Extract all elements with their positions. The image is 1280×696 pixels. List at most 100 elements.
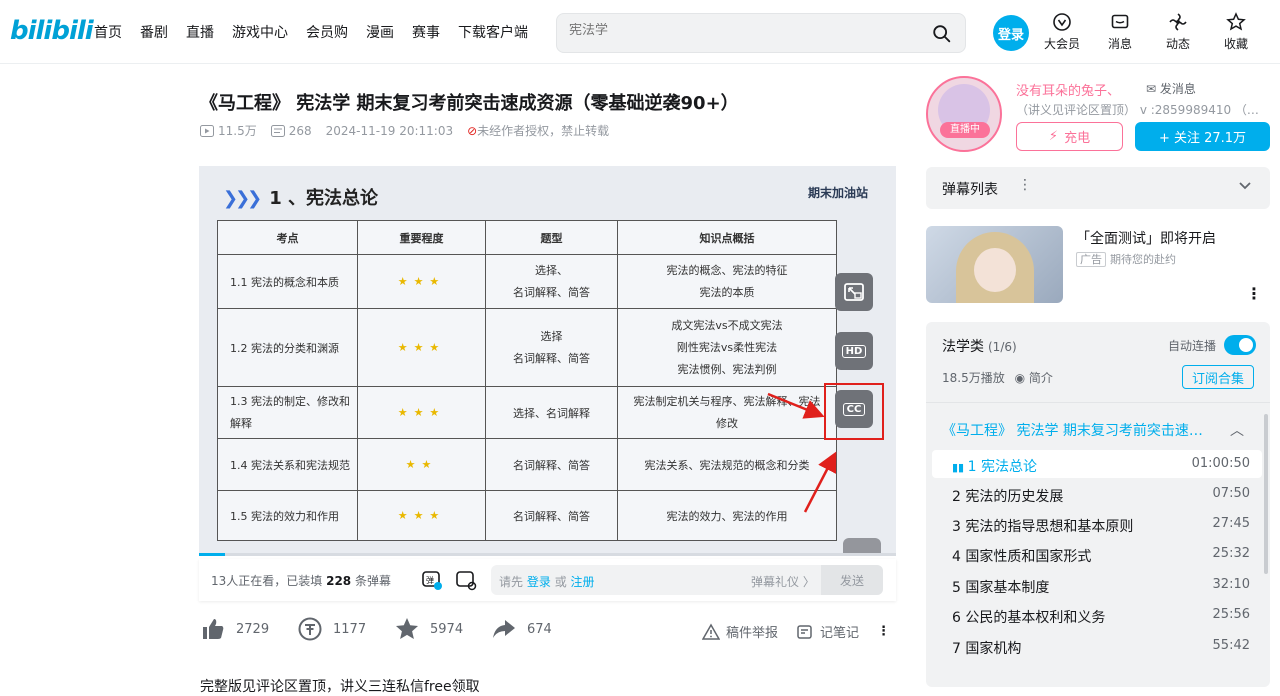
chevron-down-icon[interactable] [1238, 181, 1252, 191]
hd-quality-button[interactable]: HD [835, 332, 873, 370]
nav-anime[interactable]: 番剧 [140, 22, 168, 42]
episode-duration: 55:42 [1212, 638, 1250, 653]
favorite-button[interactable]: 5974 [394, 616, 491, 642]
copyright-notice: ⊘未经作者授权，禁止转载 [467, 122, 609, 139]
send-danmaku-button[interactable]: 发送 [821, 565, 883, 595]
eye-icon: ◉ [1014, 371, 1026, 385]
like-count: 2729 [236, 621, 270, 637]
search-icon[interactable] [931, 23, 953, 45]
prompt-prefix: 请先 [499, 575, 524, 589]
collection-video-title[interactable]: 《马工程》 宪法学 期末复习考前突击速… ︿ [942, 420, 1256, 440]
danmaku-settings-icon[interactable] [455, 569, 477, 591]
share-button[interactable]: 674 [491, 616, 588, 642]
copyright-text: 未经作者授权，禁止转载 [477, 124, 610, 138]
message-button[interactable]: 消息 [1098, 12, 1142, 52]
search-input[interactable] [569, 23, 919, 38]
send-message-link[interactable]: ✉ 发消息 [1146, 80, 1196, 97]
collection-header: 法学类 (1/6) [942, 336, 1017, 356]
episode-item[interactable]: 2 宪法的历史发展 07:50 [932, 480, 1262, 508]
ad-more-icon[interactable]: ⋮ [1246, 284, 1262, 303]
danmaku-input[interactable]: 请先 登录 或 注册 弹幕礼仪 〉 发送 [491, 565, 883, 595]
episode-name: 5 国家基本制度 [952, 580, 1050, 596]
publish-date: 2024-11-19 20:11:03 [325, 123, 454, 138]
autoplay-control: 自动连播 [1168, 335, 1256, 355]
charge-label: 充电 [1064, 131, 1091, 146]
favorites-button[interactable]: 收藏 [1214, 12, 1258, 52]
views-value: 11.5万 [218, 124, 257, 138]
danmaku-login-prompt: 请先 登录 或 注册 [499, 573, 595, 590]
danmaku-list-header[interactable]: 弹幕列表 ⋮ [926, 167, 1270, 209]
coin-icon [298, 617, 322, 641]
bilibili-logo[interactable]: bilibili [10, 16, 94, 46]
vip-button[interactable]: 大会员 [1040, 12, 1084, 52]
message-icon [1111, 14, 1129, 29]
episode-item[interactable]: ▮▮ 1 宪法总论 01:00:50 [932, 450, 1262, 478]
video-progress-bar[interactable] [199, 553, 896, 556]
episode-item[interactable]: 4 国家性质和国家形式 25:32 [932, 540, 1262, 568]
col-header: 知识点概括 [617, 220, 837, 255]
episode-duration: 25:32 [1212, 546, 1250, 561]
live-badge[interactable]: 直播中 [940, 122, 990, 138]
episode-item[interactable]: 5 国家基本制度 32:10 [932, 571, 1262, 599]
cell-point: 1.1 宪法的概念和本质 [217, 254, 358, 309]
pip-button[interactable] [835, 273, 873, 311]
coin-count: 1177 [333, 621, 367, 637]
nav-home[interactable]: 首页 [94, 22, 122, 42]
video-description: 完整版见评论区置顶，讲义三连私信free领取 [200, 679, 480, 695]
danmaku-register-link[interactable]: 注册 [571, 575, 595, 589]
danmaku-list-more-icon[interactable]: ⋮ [1018, 177, 1032, 193]
uploader-avatar[interactable] [926, 76, 1002, 152]
col-header: 重要程度 [357, 220, 486, 255]
table-row: 1.1 宪法的概念和本质 ★★★ 选择、 名词解释、简答 宪法的概念、宪法的特征… [217, 254, 837, 309]
like-button[interactable]: 2729 [200, 616, 297, 642]
play-count-icon [200, 125, 214, 137]
annotation-arrow [803, 451, 837, 513]
favorite-count: 5974 [430, 621, 464, 637]
ad-card[interactable]: 「全面测试」即将开启 广告 期待您的赴约 ⋮ [926, 226, 1270, 306]
viewer-count: 13人正在看，已装填 228 条弹幕 [211, 572, 391, 589]
chevron-up-icon[interactable]: ︿ [1230, 420, 1244, 440]
nav-mall[interactable]: 会员购 [306, 22, 348, 42]
annotation-arrow [767, 392, 825, 419]
nav-download-client[interactable]: 下载客户端 [458, 22, 528, 42]
nav-game-center[interactable]: 游戏中心 [232, 22, 288, 42]
collection-panel: 法学类 (1/6) 自动连播 18.5万播放 ◉ 简介 订阅合集 《马工程》 宪法… [926, 322, 1270, 687]
episode-item[interactable]: 7 国家机构 55:42 [932, 632, 1262, 660]
autoplay-toggle[interactable] [1224, 335, 1256, 355]
episode-item[interactable]: 3 宪法的指导思想和基本原则 27:45 [932, 510, 1262, 538]
uploader-name[interactable]: 没有耳朵的兔子、 [1016, 80, 1120, 99]
episode-item[interactable]: 6 公民的基本权利和义务 25:56 [932, 601, 1262, 629]
table-row: 1.5 宪法的效力和作用 ★★★ 名词解释、简答 宪法的效力、宪法的作用 [217, 490, 837, 541]
cell-point: 1.3 宪法的制定、修改和 解释 [217, 386, 358, 439]
report-button[interactable]: 稿件举报 [702, 622, 778, 641]
danmaku-etiquette-link[interactable]: 弹幕礼仪 〉 [751, 573, 815, 590]
nav-esports[interactable]: 赛事 [412, 22, 440, 42]
slide-arrows-icon: ❯❯❯ [223, 188, 262, 209]
charge-button[interactable]: ⚡ 充电 [1016, 122, 1123, 151]
uploader-signature: （讲义见评论区置顶） v :2859989410 （… [1016, 103, 1259, 117]
note-button[interactable]: 记笔记 [796, 622, 859, 641]
nav-manga[interactable]: 漫画 [366, 22, 394, 42]
subscribe-collection-button[interactable]: 订阅合集 [1182, 365, 1254, 389]
dynamic-button[interactable]: 动态 [1156, 12, 1200, 52]
history-button[interactable]: 历史 [1272, 12, 1280, 52]
message-label: 消息 [1107, 37, 1132, 51]
follow-button[interactable]: + 关注 27.1万 [1135, 122, 1270, 151]
vip-label: 大会员 [1043, 37, 1080, 51]
collection-scrollbar[interactable] [1264, 414, 1268, 574]
danmaku-toggle-icon[interactable]: 弹 [421, 569, 443, 591]
ad-title: 「全面测试」即将开启 [1076, 231, 1216, 247]
login-button[interactable]: 登录 [993, 15, 1029, 51]
danmaku-login-link[interactable]: 登录 [527, 575, 551, 589]
dynamic-label: 动态 [1165, 37, 1190, 51]
more-options-icon[interactable]: ⋮ [877, 624, 890, 639]
danmaku-count-icon [270, 124, 285, 137]
cell-point: 1.2 宪法的分类和渊源 [217, 308, 358, 387]
nav-live[interactable]: 直播 [186, 22, 214, 42]
video-meta: 11.5万 268 2024-11-19 20:11:03 ⊘未经作者授权，禁止… [200, 122, 609, 139]
top-navigation-bar: bilibili 首页 番剧 直播 游戏中心 会员购 漫画 赛事 下载客户端 登… [0, 0, 1280, 64]
collection-intro-link[interactable]: 简介 [1029, 371, 1053, 385]
col-header: 考点 [217, 220, 358, 255]
warning-icon [702, 622, 720, 640]
coin-button[interactable]: 1177 [297, 616, 394, 642]
